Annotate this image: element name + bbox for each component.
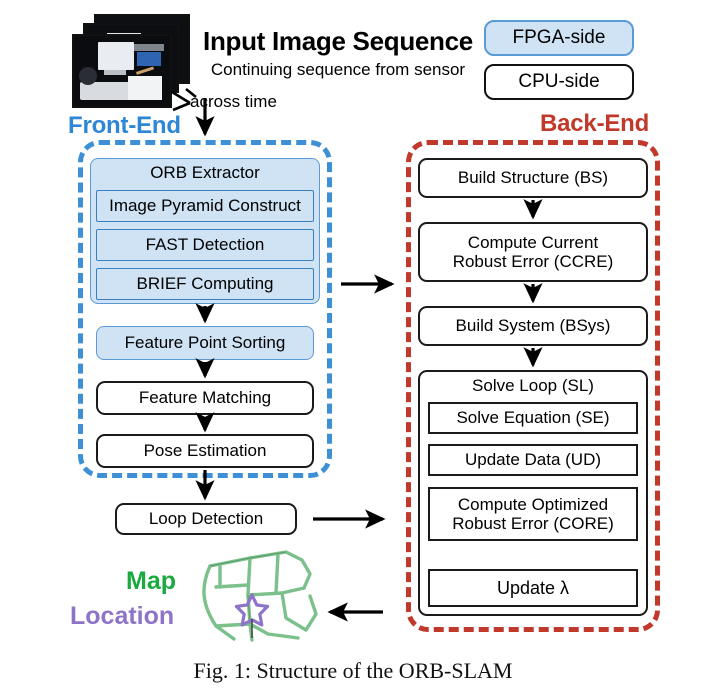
front-end-title: Front-End [68, 112, 181, 139]
step-label: Feature Matching [138, 388, 272, 408]
step-brief-computing[interactable]: BRIEF Computing [96, 268, 314, 300]
step-label: Compute Current Robust Error (CCRE) [452, 232, 614, 271]
step-label: Build Structure (BS) [457, 168, 609, 188]
step-pose-estimation[interactable]: Pose Estimation [96, 434, 314, 468]
step-label: Feature Point Sorting [124, 333, 286, 353]
legend-fpga-side: FPGA-side [484, 20, 634, 56]
step-label: FAST Detection [145, 235, 265, 255]
map-thumbnail [190, 540, 325, 645]
step-build-system[interactable]: Build System (BSys) [418, 306, 648, 346]
step-compute-optimized-robust-error[interactable]: Compute Optimized Robust Error (CORE) [428, 487, 638, 541]
step-update-lambda[interactable]: Update λ [428, 569, 638, 607]
step-label: Pose Estimation [143, 441, 267, 461]
legend-cpu-side: CPU-side [484, 64, 634, 100]
header-subtitle: Continuing sequence from sensor [210, 60, 466, 79]
orb-extractor-label: ORB Extractor [150, 163, 260, 182]
solve-loop-label: Solve Loop (SL) [472, 376, 594, 395]
step-label: Compute Optimized Robust Error (CORE) [452, 494, 614, 533]
step-label: Build System (BSys) [455, 316, 611, 336]
map-label: Map [126, 567, 176, 595]
step-label: Image Pyramid Construct [109, 196, 301, 216]
step-label: Loop Detection [148, 509, 264, 529]
step-feature-point-sorting[interactable]: Feature Point Sorting [96, 326, 314, 360]
step-update-data[interactable]: Update Data (UD) [428, 444, 638, 476]
step-label: Update Data (UD) [464, 450, 602, 470]
back-end-title: Back-End [540, 110, 650, 137]
page-title: Input Image Sequence [203, 26, 473, 56]
legend-fpga-label: FPGA-side [512, 27, 606, 48]
step-solve-equation[interactable]: Solve Equation (SE) [428, 402, 638, 434]
step-label: Solve Equation (SE) [456, 408, 610, 428]
step-image-pyramid-construct[interactable]: Image Pyramid Construct [96, 190, 314, 222]
location-label: Location [70, 602, 175, 630]
step-label: Update λ [496, 577, 570, 598]
step-label: BRIEF Computing [136, 274, 274, 294]
figure-caption: Fig. 1: Structure of the ORB-SLAM [193, 658, 513, 683]
photo-frame-front [72, 34, 172, 108]
step-fast-detection[interactable]: FAST Detection [96, 229, 314, 261]
across-time-label: across time [190, 92, 277, 111]
legend-cpu-label: CPU-side [518, 71, 600, 92]
step-feature-matching[interactable]: Feature Matching [96, 381, 314, 415]
step-build-structure[interactable]: Build Structure (BS) [418, 158, 648, 198]
input-image-sequence-thumbnail [72, 14, 192, 108]
step-loop-detection[interactable]: Loop Detection [115, 503, 297, 535]
step-compute-current-robust-error[interactable]: Compute Current Robust Error (CCRE) [418, 222, 648, 282]
